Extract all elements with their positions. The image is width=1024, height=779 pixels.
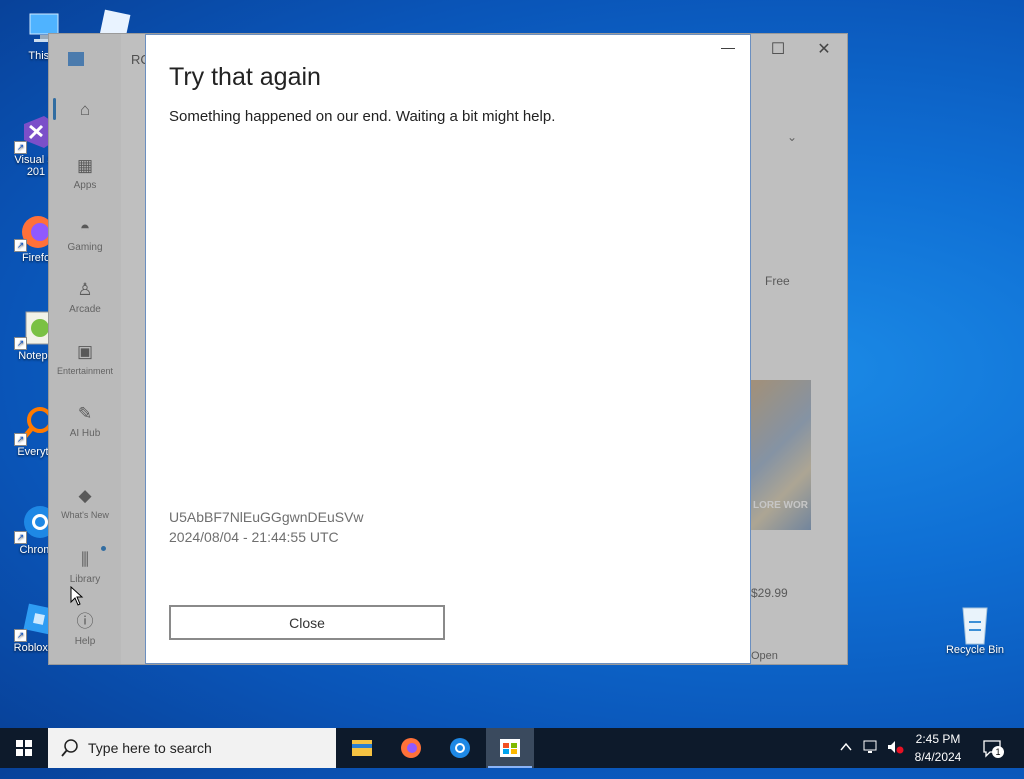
taskbar-firefox[interactable] xyxy=(387,728,435,768)
error-code: U5AbBF7NlEuGGgwnDEuSVw xyxy=(169,509,364,525)
taskbar-search-box[interactable]: Type here to search xyxy=(48,728,336,768)
store-icon xyxy=(500,739,520,757)
shortcut-arrow-icon: ↗ xyxy=(14,433,27,446)
chrome-icon xyxy=(450,738,470,758)
window-minimize-button[interactable]: — xyxy=(721,39,735,55)
close-button[interactable]: Close xyxy=(169,605,445,640)
taskbar-chrome[interactable] xyxy=(436,728,484,768)
clock[interactable]: 2:45 PM 8/4/2024 xyxy=(903,730,973,766)
shortcut-arrow-icon: ↗ xyxy=(14,239,27,252)
firefox-icon xyxy=(401,738,421,758)
shortcut-arrow-icon: ↗ xyxy=(14,337,27,350)
error-details: U5AbBF7NlEuGGgwnDEuSVw 2024/08/04 - 21:4… xyxy=(169,507,364,547)
volume-muted-icon[interactable] xyxy=(886,739,904,779)
notification-count-badge: 1 xyxy=(992,746,1004,758)
desktop-icon-recycle-bin[interactable]: Recycle Bin xyxy=(937,602,1013,656)
taskbar-store[interactable] xyxy=(486,728,534,768)
taskbar: Type here to search 2:45 PM 8/4/2024 1 xyxy=(0,728,1024,768)
dialog-message: Something happened on our end. Waiting a… xyxy=(169,108,556,125)
search-icon xyxy=(61,739,78,757)
recycle-bin-icon xyxy=(955,602,995,645)
dialog-title: Try that again xyxy=(169,63,321,91)
network-icon[interactable] xyxy=(862,739,880,779)
folder-icon xyxy=(352,740,372,756)
mouse-cursor-icon xyxy=(70,585,84,611)
windows-logo-icon xyxy=(16,740,32,756)
clock-time: 2:45 PM xyxy=(915,732,961,746)
start-button[interactable] xyxy=(0,728,48,768)
notification-center-button[interactable]: 1 xyxy=(982,738,1004,778)
shortcut-arrow-icon: ↗ xyxy=(14,531,27,544)
clock-date: 8/4/2024 xyxy=(914,750,962,764)
shortcut-arrow-icon: ↗ xyxy=(14,629,27,642)
search-placeholder: Type here to search xyxy=(88,740,212,756)
shortcut-arrow-icon: ↗ xyxy=(14,141,27,154)
taskbar-file-explorer[interactable] xyxy=(338,728,386,768)
tray-show-hidden-icon[interactable] xyxy=(838,739,854,779)
error-dialog: — Try that again Something happened on o… xyxy=(145,34,751,664)
error-timestamp: 2024/08/04 - 21:44:55 UTC xyxy=(169,529,339,545)
